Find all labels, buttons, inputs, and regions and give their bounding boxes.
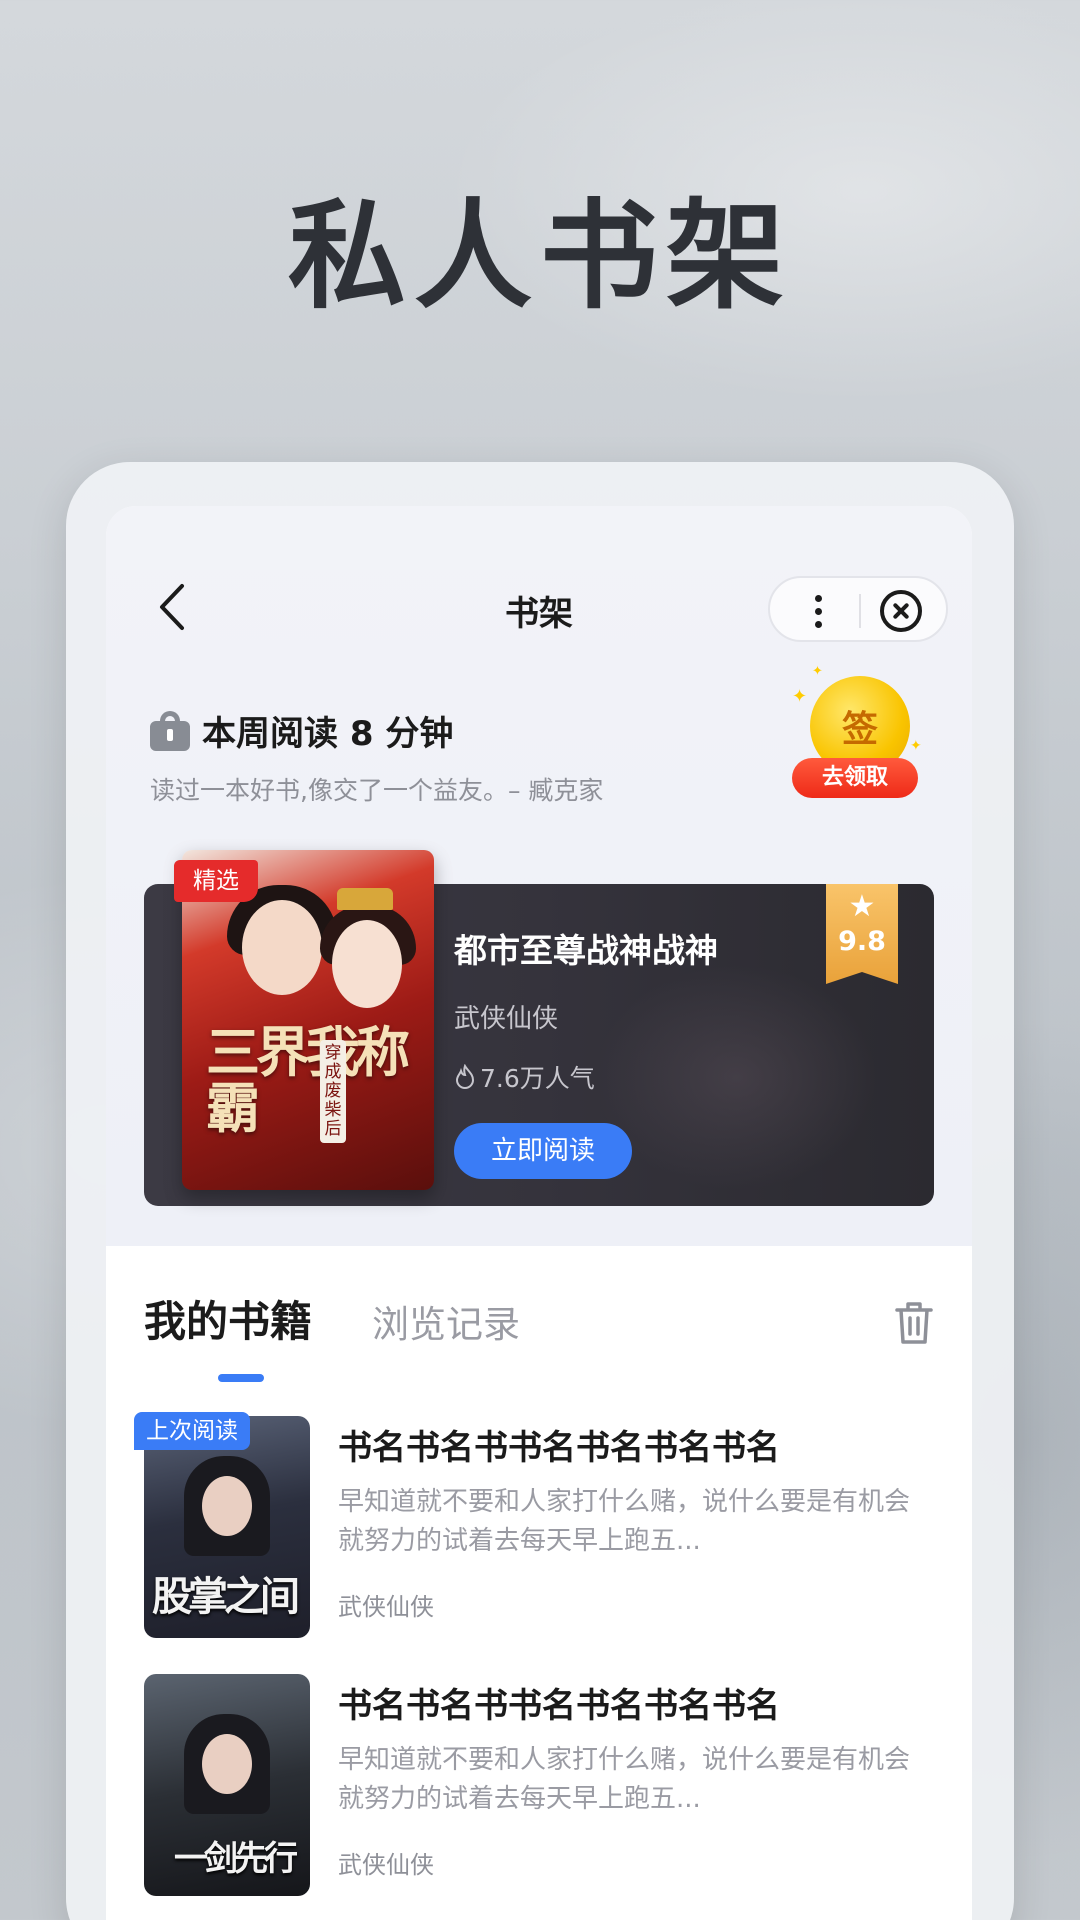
hero-title: 私人书架 [287,187,792,325]
book-list-item[interactable]: 一剑先行 书名书名书书名书名书名书名 早知道就不要和人家打什么赌，说什么要是有机… [144,1674,934,1896]
nav-bar: 书架 [106,576,972,642]
tab-my-books[interactable]: 我的书籍 [144,1288,312,1349]
capsule-divider [859,594,861,628]
book-description: 早知道就不要和人家打什么赌，说什么要是有机会就努力的试着去每天早上跑五... [338,1487,911,1556]
book-info: 书名书名书书名书名书名书名 早知道就不要和人家打什么赌，说什么要是有机会就努力的… [338,1416,934,1622]
sparkle-icon: ✦ [792,686,808,707]
tab-history[interactable]: 浏览记录 [372,1294,520,1348]
weekly-reading-time: 本周阅读 8 分钟 [202,714,454,754]
book-genre: 武侠仙侠 [338,1593,434,1621]
rating-score: 9.8 [838,926,886,957]
book-info: 书名书名书书名书名书名书名 早知道就不要和人家打什么赌，说什么要是有机会就努力的… [338,1674,934,1880]
featured-info: 都市至尊战神战神 武侠仙侠 7.6万人气 立即阅读 [454,924,718,1179]
rating-badge: ★ 9.8 [826,884,898,984]
bag-icon [150,710,190,751]
tab-bar: 我的书籍 浏览记录 [144,1288,934,1382]
more-button[interactable] [790,586,846,636]
crown-icon [337,888,393,910]
trash-icon [895,1302,933,1344]
last-read-badge: 上次阅读 [134,1412,250,1450]
more-vertical-icon [814,594,822,602]
featured-popularity: 7.6万人气 [454,1059,718,1095]
featured-title: 都市至尊战神战神 [454,931,718,970]
close-circle-icon[interactable] [880,590,922,632]
flame-icon [455,1064,475,1089]
mini-program-capsule [768,576,948,642]
reading-stats: 本周阅读 8 分钟 读过一本好书,像交了一个益友。– 臧克家 [150,706,603,807]
book-cover-text: 股掌之间 [152,1574,300,1620]
book-cover: 一剑先行 [144,1674,310,1896]
star-icon: ★ [848,889,876,924]
featured-cover-subtitle: 穿成废柴后 [320,1040,346,1143]
editor-pick-badge: 精选 [174,860,258,902]
book-list-item[interactable]: 股掌之间 上次阅读 书名书名书书名书名书名书名 早知道就不要和人家打什么赌，说什… [134,1412,934,1638]
book-genre: 武侠仙侠 [338,1851,434,1879]
signin-widget[interactable]: ✦ ✦ ✦ 签 去领取 [792,664,922,806]
quote-text: 读过一本好书,像交了一个益友。– 臧克家 [150,776,604,805]
sparkle-icon: ✦ [910,738,922,754]
book-description: 早知道就不要和人家打什么赌，说什么要是有机会就努力的试着去每天早上跑五... [338,1745,911,1814]
read-now-button[interactable]: 立即阅读 [454,1123,632,1179]
featured-genre: 武侠仙侠 [454,1004,559,1034]
delete-button[interactable] [894,1300,934,1346]
sparkle-icon: ✦ [812,664,823,679]
tab-indicator [218,1374,264,1382]
book-title: 书名书名书书名书名书名书名 [338,1686,780,1726]
claim-button[interactable]: 去领取 [792,758,918,798]
book-title: 书名书名书书名书名书名书名 [338,1428,780,1468]
app-screen: 书架 本周阅读 8 分钟 读过一本好书,像交了一个益友。– 臧克家 ✦ ✦ ✦ … [106,506,972,1920]
book-cover-text: 一剑先行 [174,1839,298,1879]
